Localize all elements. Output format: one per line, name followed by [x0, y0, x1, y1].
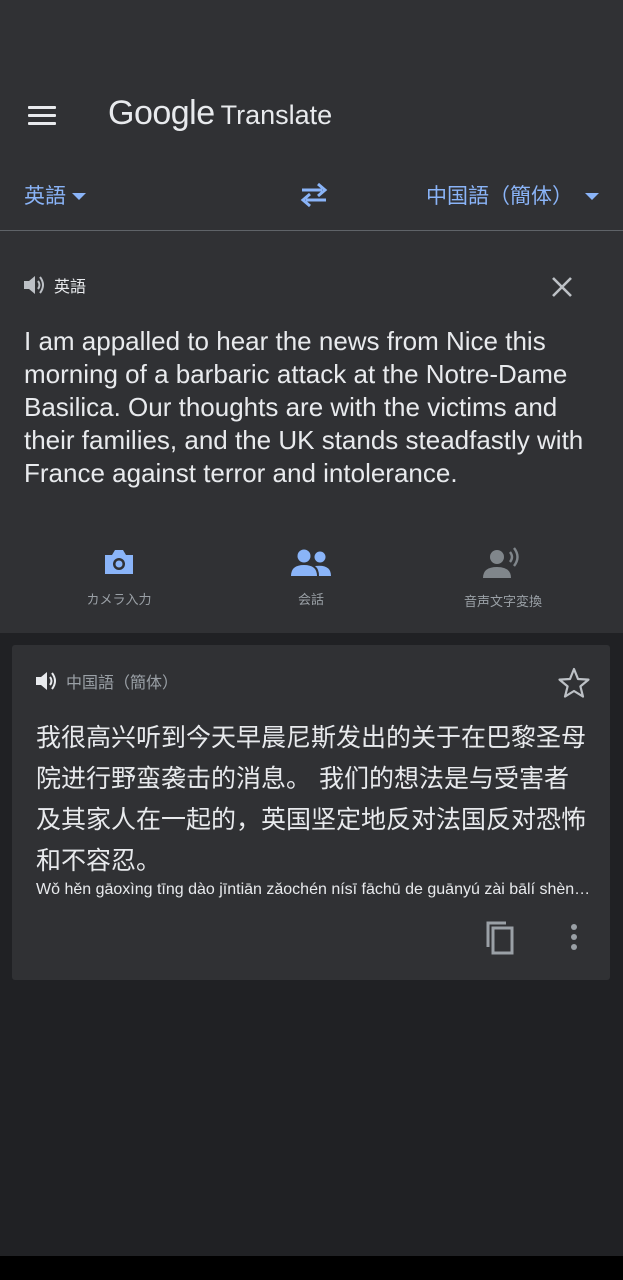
chevron-down-icon	[72, 192, 86, 200]
camera-input-button[interactable]: カメラ入力	[34, 543, 204, 608]
people-icon	[291, 549, 331, 576]
star-outline-icon	[558, 667, 590, 698]
google-translate-logo: Google Translate	[108, 94, 332, 138]
translation-card: 中国語（簡体） 我很高兴听到今天早晨尼斯发出的关于在巴黎圣母院进行野蛮袭击的消息…	[12, 645, 610, 980]
transcribe-button[interactable]: 音声文字変換	[418, 543, 588, 610]
save-translation-button[interactable]	[556, 665, 592, 701]
copy-translation-button[interactable]	[482, 917, 518, 957]
conversation-label: 会話	[297, 593, 324, 608]
hamburger-menu-icon	[28, 106, 56, 109]
logo-google-text: Google	[108, 94, 215, 132]
camera-input-label: カメラ入力	[86, 593, 152, 608]
voice-person-icon	[483, 547, 519, 578]
speaker-icon	[36, 672, 56, 690]
result-speak-button[interactable]: 中国語（簡体）	[34, 669, 178, 693]
copy-icon	[486, 921, 514, 955]
source-text-input[interactable]: I am appalled to hear the news from Nice…	[24, 325, 604, 490]
transcribe-label: 音声文字変換	[463, 595, 542, 610]
more-options-button[interactable]	[560, 921, 588, 953]
logo-translate-text: Translate	[220, 100, 333, 130]
chevron-down-icon	[585, 192, 599, 200]
translation-text: 我很高兴听到今天早晨尼斯发出的关于在巴黎圣母院进行野蛮袭击的消息。 我们的想法是…	[36, 723, 587, 875]
app-header: Google Translate	[0, 0, 623, 158]
more-vertical-icon	[571, 924, 577, 950]
camera-icon	[105, 550, 133, 574]
menu-button[interactable]	[22, 100, 62, 132]
speaker-icon	[24, 276, 44, 294]
source-speak-button[interactable]: 英語	[22, 273, 86, 297]
swap-languages-button[interactable]	[296, 180, 332, 210]
swap-arrows-icon	[300, 182, 328, 208]
source-language-label: 英語	[24, 184, 66, 208]
translate-app: Google Translate 英語 中国語（簡体） 英語 I am appa…	[0, 0, 623, 1256]
source-panel: 英語 I am appalled to hear the news from N…	[0, 231, 623, 633]
source-language-tag: 英語	[54, 277, 87, 296]
source-language-selector[interactable]: 英語	[24, 180, 86, 210]
input-tools-row: カメラ入力 会話 音声文字変換	[0, 543, 623, 623]
close-icon	[552, 277, 572, 297]
transliteration-text: Wǒ hěn gāoxìng tīng dào jīntiān zǎochén …	[36, 881, 592, 898]
target-language-label: 中国語（簡体）	[426, 184, 573, 208]
language-bar: 英語 中国語（簡体）	[0, 158, 623, 231]
result-language-tag: 中国語（簡体）	[66, 673, 179, 692]
target-language-selector[interactable]: 中国語（簡体）	[426, 180, 599, 210]
system-navigation-bar	[0, 1256, 623, 1280]
conversation-button[interactable]: 会話	[226, 543, 396, 608]
clear-text-button[interactable]	[546, 271, 578, 303]
